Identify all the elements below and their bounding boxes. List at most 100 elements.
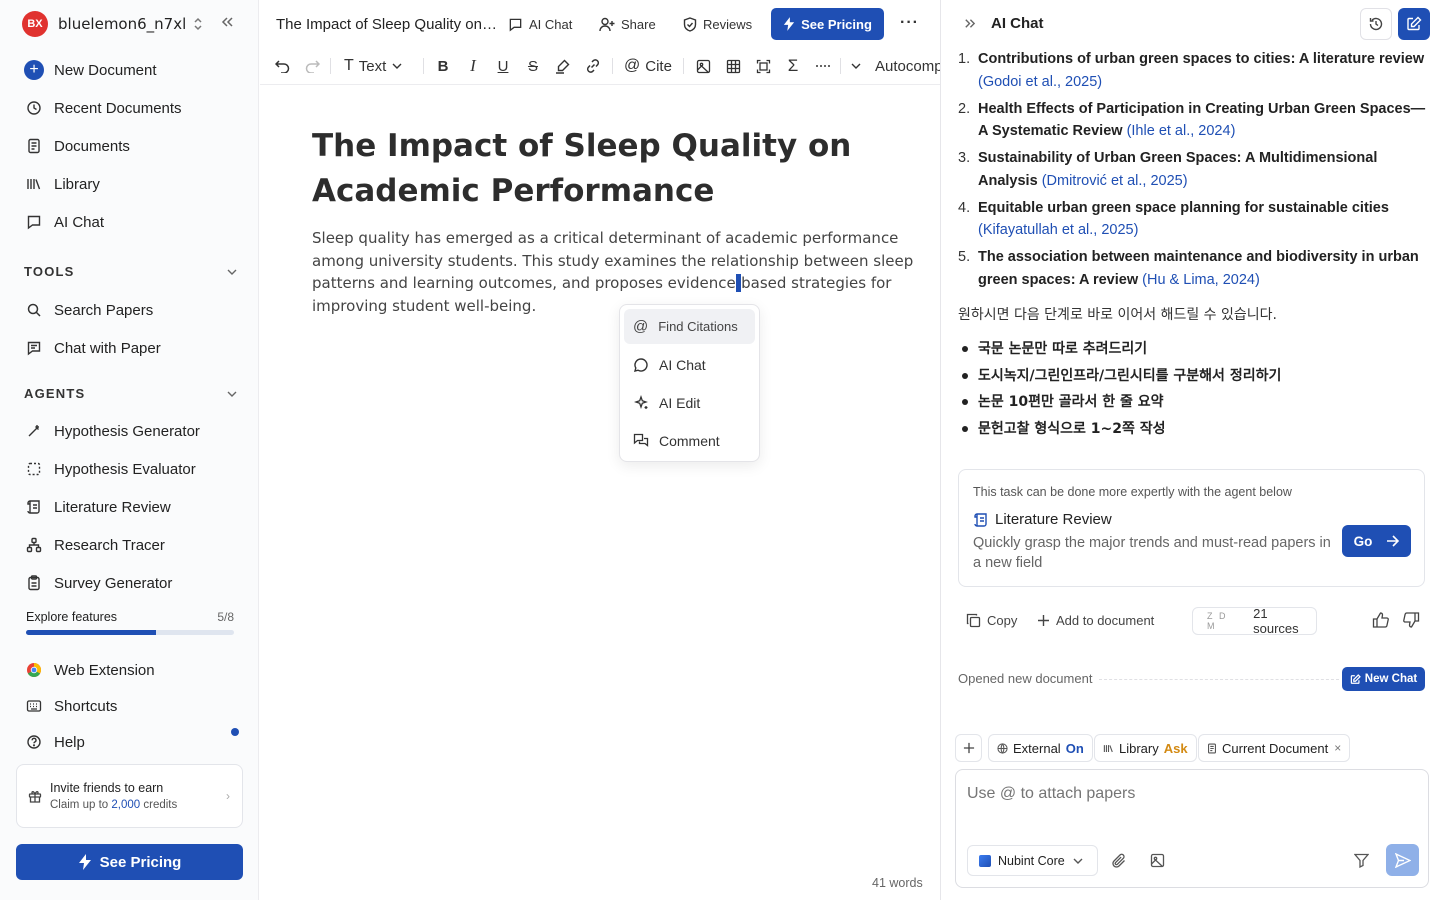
copy-button[interactable]: Copy <box>966 613 1017 628</box>
add-to-document-label: Add to document <box>1056 613 1155 628</box>
paperclip-icon[interactable] <box>1112 853 1127 869</box>
chevron-up-down-icon <box>192 17 204 31</box>
sidebar-item-search-papers[interactable]: Search Papers <box>24 293 239 327</box>
current-document-chip[interactable]: Current Document × <box>1198 734 1351 762</box>
keyboard-icon <box>24 696 44 716</box>
sources-button[interactable]: Z D M 21 sources <box>1192 606 1317 636</box>
highlighter-icon[interactable] <box>554 56 572 76</box>
close-icon[interactable]: × <box>1334 741 1341 755</box>
undo-icon[interactable] <box>274 56 290 76</box>
sidebar-item-documents[interactable]: Documents <box>24 129 239 163</box>
divider <box>1099 679 1339 680</box>
ai-chat-button[interactable]: AI Chat <box>508 14 572 34</box>
reference-citation[interactable]: (Ihle et al., 2024) <box>1127 123 1236 139</box>
see-pricing-top-button[interactable]: See Pricing <box>771 8 884 40</box>
expand-panel-icon[interactable] <box>963 17 976 30</box>
workspace-switcher[interactable]: BX bluelemon6_n7xl <box>22 11 204 37</box>
share-button[interactable]: Share <box>599 14 656 34</box>
add-to-document-button[interactable]: Add to document <box>1037 613 1154 628</box>
autocomplete-label: Autocomp <box>875 57 940 75</box>
link-icon[interactable] <box>584 56 602 76</box>
reference-citation[interactable]: (Dmitrović et al., 2025) <box>1042 173 1188 189</box>
collapse-sidebar-icon[interactable] <box>220 15 234 29</box>
document-paragraph[interactable]: Sleep quality has emerged as a critical … <box>312 227 924 318</box>
reference-item[interactable]: 5. The association between maintenance an… <box>958 246 1432 291</box>
strikethrough-icon[interactable]: S <box>525 56 541 76</box>
reference-item[interactable]: 3. Sustainability of Urban Green Spaces: … <box>958 147 1432 192</box>
image-icon[interactable] <box>695 56 711 76</box>
new-chat-button[interactable]: New Chat <box>1342 667 1425 691</box>
table-icon[interactable] <box>725 56 741 76</box>
thumbs-up-icon[interactable] <box>1372 612 1389 628</box>
reference-item[interactable]: 2. Health Effects of Participation in Cre… <box>958 98 1432 143</box>
reference-citation[interactable]: (Hu & Lima, 2024) <box>1142 272 1260 288</box>
menu-item-label: Find Citations <box>658 319 738 334</box>
document-heading[interactable]: The Impact of Sleep Quality on Academic … <box>312 124 924 214</box>
chevron-down-icon[interactable] <box>849 56 863 76</box>
autocomplete-toggle[interactable]: Autocomp <box>875 56 940 76</box>
sidebar-item-hypothesis-evaluator[interactable]: Hypothesis Evaluator <box>24 452 239 486</box>
ai-chat-menu-item[interactable]: AI Chat <box>624 347 755 382</box>
sidebar-item-web-extension[interactable]: Web Extension <box>24 653 239 687</box>
sidebar-item-literature-review[interactable]: Literature Review <box>24 490 239 524</box>
thumbs-down-icon[interactable] <box>1403 612 1420 628</box>
comment-menu-item[interactable]: Comment <box>624 423 755 458</box>
suggestion-item: 문헌고찰 형식으로 1~2쪽 작성 <box>958 418 1418 445</box>
agents-section-header[interactable]: AGENTS <box>24 386 237 401</box>
chat-input[interactable] <box>967 785 1407 803</box>
reference-item[interactable]: 1. Contributions of urban green spaces to… <box>958 48 1432 93</box>
sidebar-item-hypothesis-generator[interactable]: Hypothesis Generator <box>24 414 239 448</box>
explore-features[interactable]: Explore features 5/8 <box>26 610 234 635</box>
send-button[interactable] <box>1386 844 1419 876</box>
sidebar-item-help[interactable]: Help <box>24 725 239 759</box>
bold-icon[interactable]: B <box>435 56 451 76</box>
external-label: External <box>1013 740 1061 756</box>
image-upload-icon[interactable] <box>1150 853 1165 868</box>
text-style-dropdown[interactable]: T Text <box>344 56 402 76</box>
new-chat-edit-icon[interactable] <box>1398 8 1430 40</box>
underline-icon[interactable]: U <box>495 56 511 76</box>
frame-icon[interactable] <box>755 56 771 76</box>
help-icon <box>24 732 44 752</box>
cite-label: Cite <box>645 57 672 75</box>
reference-title[interactable]: Contributions of urban green spaces to c… <box>978 51 1424 67</box>
library-toggle-chip[interactable]: Library Ask <box>1094 734 1197 762</box>
more-options-icon[interactable]: ··· <box>900 14 919 32</box>
reference-item[interactable]: 4. Equitable urban green space planning f… <box>958 197 1432 242</box>
sidebar-item-shortcuts[interactable]: Shortcuts <box>24 689 239 723</box>
scroll-icon <box>974 512 987 527</box>
reference-citation[interactable]: (Godoi et al., 2025) <box>978 74 1102 90</box>
filter-icon[interactable] <box>1354 853 1369 868</box>
at-sign-icon: @ <box>624 57 641 74</box>
library-state: Ask <box>1163 740 1188 756</box>
sidebar-item-ai-chat[interactable]: AI Chat <box>24 205 239 239</box>
horizontal-rule-icon[interactable] <box>815 56 831 76</box>
find-citations-menu-item[interactable]: @ Find Citations <box>624 309 755 344</box>
sidebar-item-chat-with-paper[interactable]: Chat with Paper <box>24 331 239 365</box>
sigma-icon[interactable]: Σ <box>785 56 801 76</box>
ai-edit-menu-item[interactable]: AI Edit <box>624 385 755 420</box>
go-button[interactable]: Go <box>1342 525 1411 557</box>
sidebar-item-research-tracer[interactable]: Research Tracer <box>24 528 239 562</box>
notification-dot <box>231 728 239 736</box>
reviews-button[interactable]: Reviews <box>683 14 752 34</box>
model-cube-icon <box>979 854 991 867</box>
see-pricing-button[interactable]: See Pricing <box>16 844 243 880</box>
cite-button[interactable]: @ Cite <box>624 56 672 76</box>
model-selector[interactable]: Nubint Core <box>967 845 1098 876</box>
sidebar-item-new-document[interactable]: + New Document <box>24 53 239 87</box>
app-window: BX bluelemon6_n7xl + New Document Recent… <box>0 0 1440 900</box>
invite-friends-card[interactable]: Invite friends to earn Claim up to 2,000… <box>16 764 243 828</box>
redo-icon[interactable] <box>304 56 320 76</box>
sidebar-item-library[interactable]: Library <box>24 167 239 201</box>
history-icon[interactable] <box>1360 8 1392 40</box>
italic-icon[interactable]: I <box>465 56 481 76</box>
reference-citation[interactable]: (Kifayatullah et al., 2025) <box>978 222 1138 238</box>
tools-section-header[interactable]: TOOLS <box>24 264 237 279</box>
sidebar-item-survey-generator[interactable]: Survey Generator <box>24 566 239 600</box>
add-context-button[interactable] <box>955 734 982 762</box>
sidebar-item-recent-documents[interactable]: Recent Documents <box>24 91 239 125</box>
external-toggle-chip[interactable]: External On <box>988 734 1093 762</box>
document-title[interactable]: The Impact of Sleep Quality on Academic … <box>276 16 498 33</box>
reference-title[interactable]: Equitable urban green space planning for… <box>978 200 1389 216</box>
